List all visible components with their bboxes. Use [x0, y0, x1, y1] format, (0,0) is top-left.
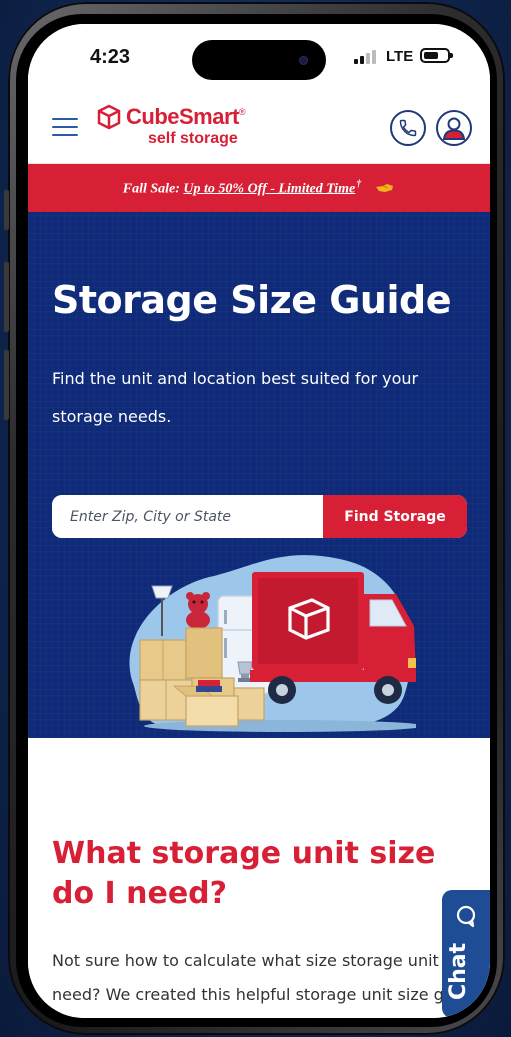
hero-title: Storage Size Guide — [52, 278, 451, 322]
moving-truck-illustration — [129, 555, 416, 732]
phone-side-button-action — [4, 190, 9, 230]
phone-icon[interactable] — [390, 110, 426, 146]
hero-description: Find the unit and location best suited f… — [52, 369, 419, 426]
storage-search-bar: Find Storage — [52, 495, 467, 538]
dynamic-island — [192, 40, 326, 80]
chat-bubble-icon — [456, 905, 476, 928]
logo-registered-mark: ® — [238, 107, 246, 117]
phone-screen: 4:23 LTE CubeSmart ® self storage Fall S… — [28, 24, 490, 1018]
user-account-icon[interactable] — [436, 110, 472, 146]
chat-tab-button[interactable]: Chat — [442, 890, 490, 1018]
phone-side-button-volume-up — [4, 262, 9, 332]
hamburger-menu-icon[interactable] — [52, 118, 78, 138]
logo-name: CubeSmart — [126, 104, 239, 129]
promo-text: Fall Sale: Up to 50% Off - Limited Time† — [123, 179, 362, 198]
find-storage-button[interactable]: Find Storage — [323, 495, 467, 538]
site-header: CubeSmart ® self storage — [28, 94, 490, 164]
cellular-signal-icon — [354, 50, 378, 64]
logo-subtitle: self storage — [148, 130, 238, 147]
phone-side-button-volume-down — [4, 350, 9, 420]
promo-link[interactable]: Up to 50% Off - Limited Time — [183, 181, 355, 196]
cubesmart-logo[interactable]: CubeSmart ® self storage — [96, 104, 276, 154]
front-camera-icon — [299, 56, 308, 65]
status-time: 4:23 — [90, 46, 131, 68]
section-heading: What storage unit size do I need? — [52, 836, 436, 911]
hero-section: Storage Size Guide Find the unit and loc… — [28, 212, 490, 738]
chat-label: Chat — [446, 942, 471, 1000]
section-body-line: Not sure how to calculate what size stor… — [52, 951, 454, 970]
promo-label: Fall Sale: — [122, 181, 180, 197]
battery-icon — [420, 48, 453, 63]
content-section: What storage unit size do I need? Not su… — [28, 738, 490, 1018]
promo-footnote-mark: † — [356, 178, 362, 190]
promo-banner[interactable]: Fall Sale: Up to 50% Off - Limited Time† — [28, 164, 490, 212]
location-search-input[interactable] — [52, 495, 323, 538]
pointing-hand-icon — [376, 184, 394, 192]
section-body: Not sure how to calculate what size stor… — [52, 944, 490, 1012]
status-bar: 4:23 LTE — [28, 24, 490, 94]
cube-logo-icon — [97, 104, 121, 130]
network-type: LTE — [386, 48, 414, 65]
section-body-line: need? We created this helpful storage un… — [52, 985, 454, 1004]
